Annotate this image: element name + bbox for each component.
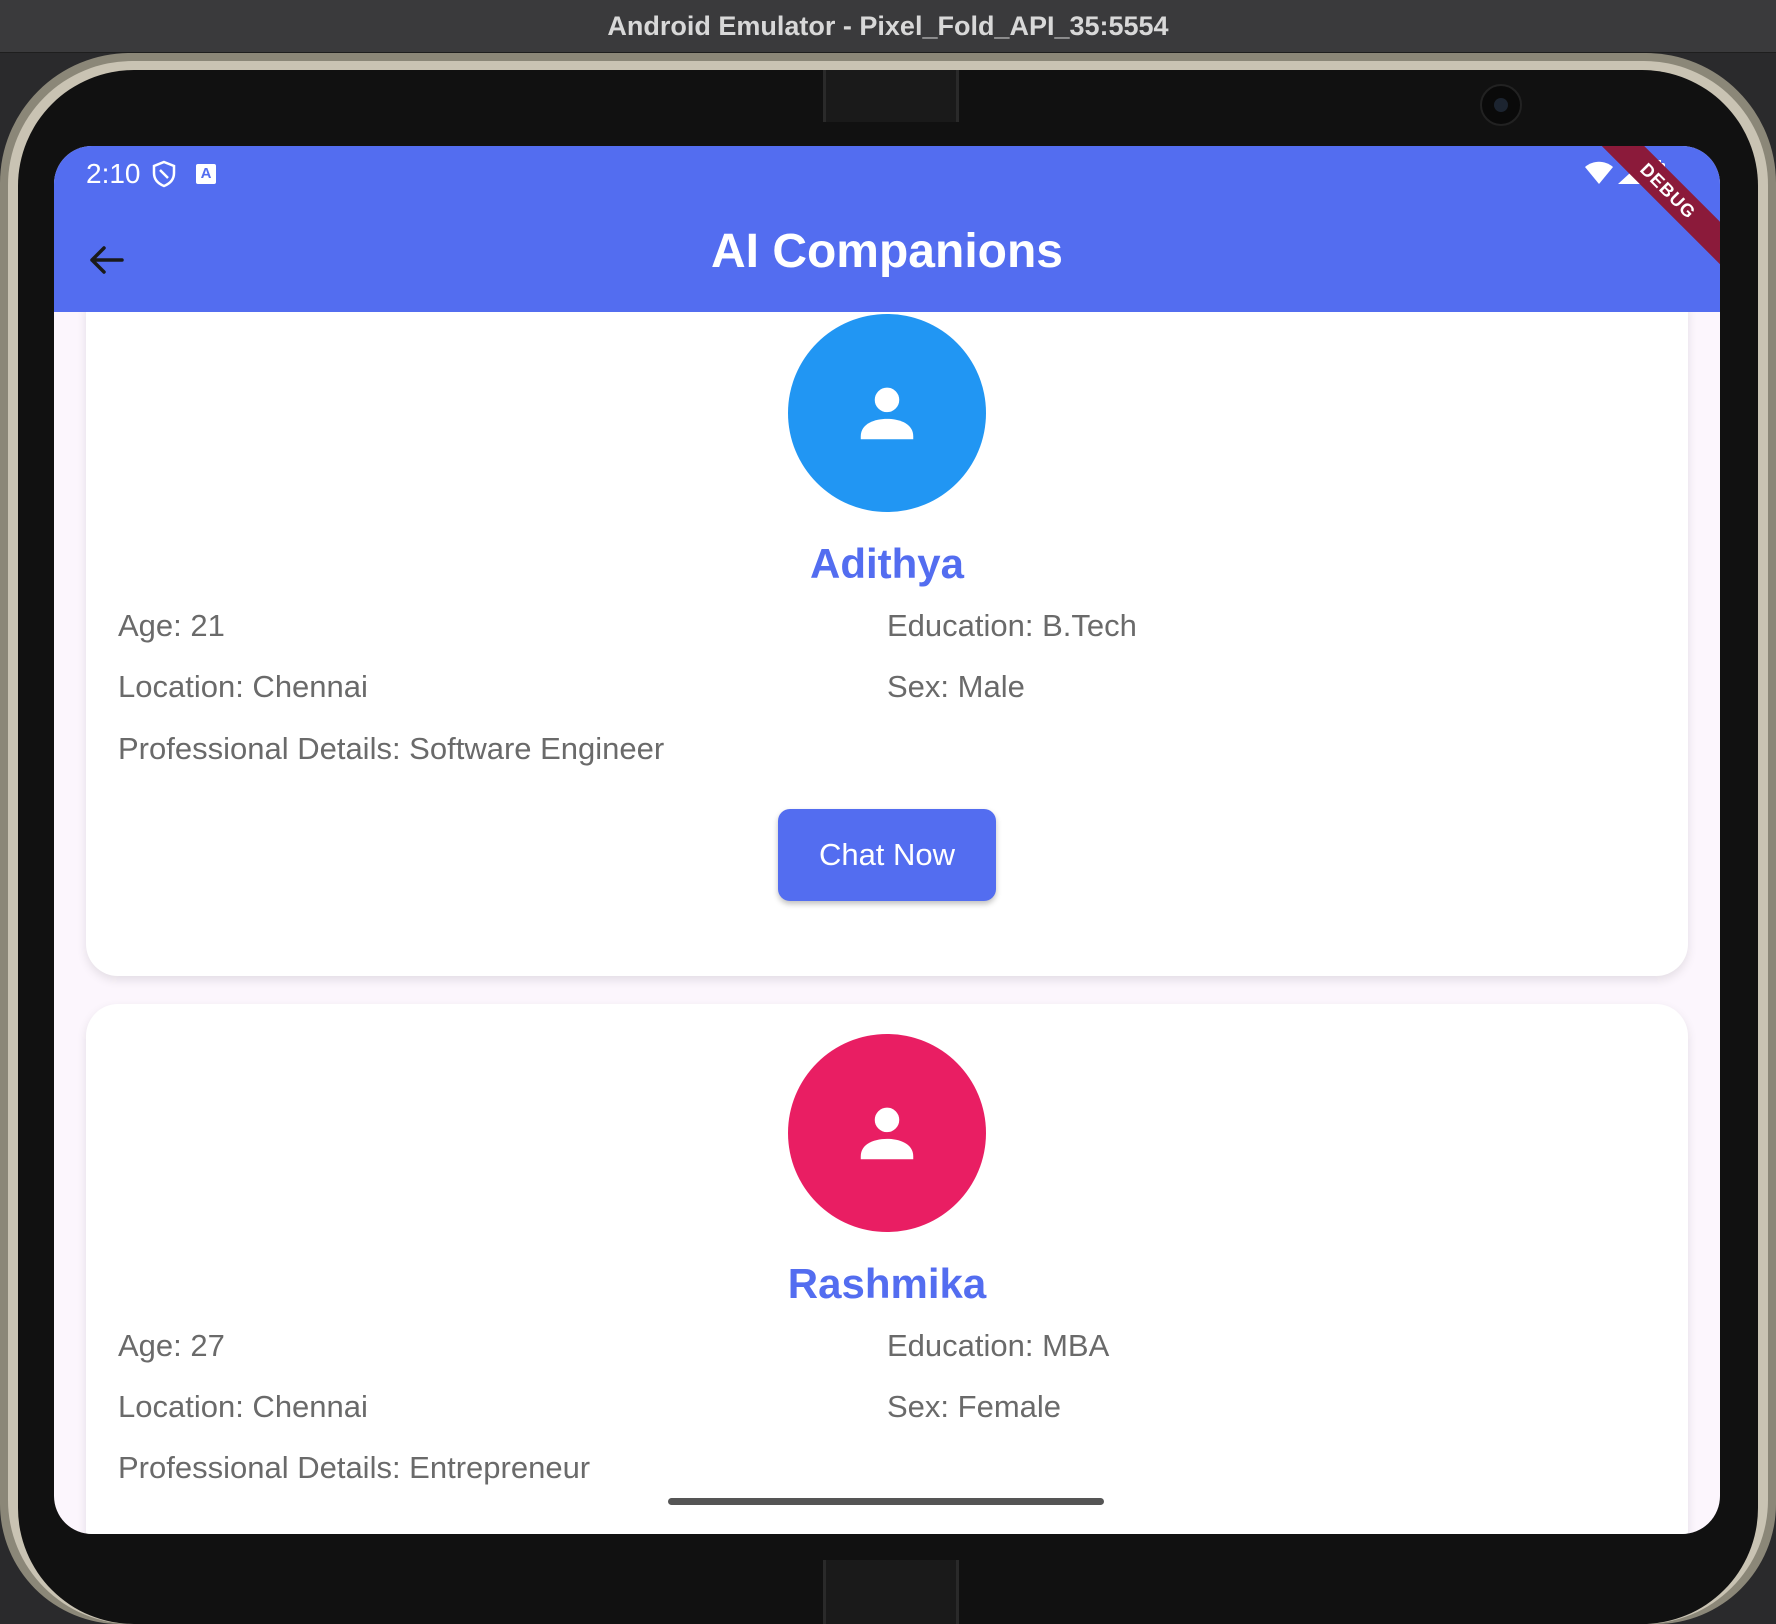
person-icon <box>860 1107 914 1160</box>
age-field: Age: 27 <box>118 1328 225 1363</box>
avatar <box>788 1034 986 1232</box>
status-bar: 2:10 A DEBUG <box>54 146 1720 266</box>
device-screen: 2:10 A DEBUG AI Companions Adithya Age: … <box>54 146 1720 1534</box>
page-title: AI Companions <box>710 225 1063 278</box>
hinge-top <box>823 70 959 122</box>
education-field: Education: B.Tech <box>887 608 1137 643</box>
window-title: Android Emulator - Pixel_Fold_API_35:555… <box>607 10 1169 41</box>
shield-icon <box>152 160 176 193</box>
font-icon: A <box>196 164 216 184</box>
location-field: Location: Chennai <box>118 669 368 704</box>
person-icon <box>860 387 914 440</box>
hinge-bottom <box>823 1560 959 1624</box>
professional-field: Professional Details: Software Engineer <box>118 731 665 766</box>
age-field: Age: 21 <box>118 608 225 643</box>
camera-icon <box>1480 84 1522 126</box>
companion-name: Adithya <box>809 540 964 587</box>
sex-field: Sex: Female <box>887 1389 1062 1424</box>
companion-card: Rashmika Age: 27 Education: MBA Location… <box>86 1004 1688 1534</box>
wifi-icon <box>1584 160 1614 191</box>
emulator-title-bar: Android Emulator - Pixel_Fold_API_35:555… <box>0 0 1776 53</box>
sex-field: Sex: Male <box>887 669 1025 704</box>
chat-now-button[interactable]: Chat Now <box>778 809 996 901</box>
status-time: 2:10 <box>86 158 141 189</box>
professional-field: Professional Details: Entrepreneur <box>118 1450 591 1485</box>
home-indicator[interactable] <box>668 1498 1104 1505</box>
location-field: Location: Chennai <box>118 1389 368 1424</box>
companion-name: Rashmika <box>787 1260 987 1307</box>
avatar <box>788 314 986 512</box>
companion-card: Adithya Age: 21 Education: B.Tech Locati… <box>86 312 1688 976</box>
companion-list[interactable]: Adithya Age: 21 Education: B.Tech Locati… <box>54 312 1720 1534</box>
app-bar: 2:10 A DEBUG AI Companions <box>54 146 1720 312</box>
education-field: Education: MBA <box>887 1328 1110 1363</box>
